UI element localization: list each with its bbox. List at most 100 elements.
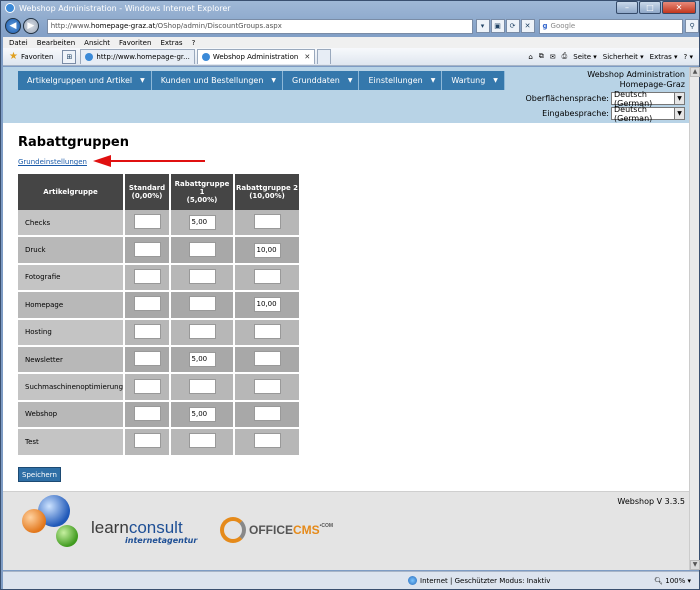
basic-settings-link[interactable]: Grundeinstellungen bbox=[18, 158, 87, 166]
discount-input[interactable] bbox=[133, 268, 161, 284]
refresh-icon[interactable]: ⟳ bbox=[505, 19, 520, 33]
page-menu[interactable]: Seite ▾ bbox=[573, 53, 597, 61]
close-button[interactable]: ✕ bbox=[662, 1, 696, 14]
save-button[interactable]: Speichern bbox=[18, 467, 61, 482]
discount-input[interactable] bbox=[253, 433, 281, 449]
discount-input[interactable] bbox=[253, 214, 281, 230]
menu-datei[interactable]: Datei bbox=[9, 39, 28, 47]
maximize-button[interactable]: □ bbox=[639, 1, 661, 14]
zoom-value: 100% bbox=[665, 576, 686, 585]
help-menu[interactable]: ? ▾ bbox=[684, 53, 693, 61]
mail-icon[interactable]: ✉ bbox=[550, 53, 556, 61]
discount-cell bbox=[171, 319, 236, 347]
discount-cell bbox=[171, 374, 236, 402]
discount-input[interactable] bbox=[253, 268, 281, 284]
app-header: Artikelgruppen und Artikel ▼ Kunden und B… bbox=[3, 67, 689, 123]
print-icon[interactable]: ⎙ bbox=[562, 52, 568, 61]
search-input[interactable]: g Google bbox=[538, 18, 684, 34]
scroll-down-icon[interactable]: ▼ bbox=[690, 560, 700, 570]
search-button-icon[interactable]: ⚲ bbox=[685, 19, 699, 33]
menu-artikelgruppen[interactable]: Artikelgruppen und Artikel ▼ bbox=[18, 71, 152, 90]
home-icon[interactable]: ⌂ bbox=[528, 53, 532, 61]
tab-label: http://www.homepage-gr... bbox=[96, 53, 190, 61]
group-name-cell: Druck bbox=[18, 237, 126, 265]
ui-language-select[interactable]: Deutsch (German) ▼ bbox=[611, 90, 685, 108]
discount-input[interactable] bbox=[133, 323, 161, 339]
safety-menu[interactable]: Sicherheit ▾ bbox=[603, 53, 644, 61]
discount-input[interactable]: 5,00 bbox=[188, 352, 216, 368]
discount-input[interactable] bbox=[188, 268, 216, 284]
compat-view-icon[interactable]: ▣ bbox=[490, 19, 505, 33]
menu-label: Einstellungen bbox=[368, 76, 423, 85]
discount-input[interactable] bbox=[253, 323, 281, 339]
discount-input[interactable]: 10,00 bbox=[253, 297, 281, 313]
menu-kunden[interactable]: Kunden und Bestellungen ▼ bbox=[151, 71, 284, 90]
table-row: Newsletter 5,00 bbox=[18, 346, 302, 375]
zoom-control[interactable]: 🔍︎ 100% ▾ bbox=[654, 577, 691, 585]
discount-input[interactable] bbox=[133, 214, 161, 230]
title-bar: Webshop Administration - Windows Interne… bbox=[1, 1, 699, 15]
discount-input[interactable] bbox=[133, 241, 161, 257]
tools-menu[interactable]: Extras ▾ bbox=[650, 53, 678, 61]
menu-label: Kunden und Bestellungen bbox=[160, 76, 264, 85]
chevron-down-icon: ▼ bbox=[430, 77, 436, 84]
menu-grunddaten[interactable]: Grunddaten ▼ bbox=[283, 71, 360, 90]
discount-cell: 10,00 bbox=[235, 237, 302, 265]
tab-close-icon[interactable]: ✕ bbox=[304, 53, 310, 61]
command-buttons: ⌂ ⧉ ✉ ⎙ Seite ▾ Sicherheit ▾ Extras ▾ ? … bbox=[522, 52, 699, 61]
new-tab-button[interactable] bbox=[317, 49, 332, 64]
discount-input[interactable] bbox=[133, 433, 161, 449]
favorites-button[interactable]: ★ Favoriten bbox=[3, 51, 53, 62]
input-language-select[interactable]: Deutsch (German) ▼ bbox=[611, 105, 685, 123]
app-name: Webshop Administration bbox=[587, 70, 685, 79]
security-zone[interactable]: Internet | Geschützter Modus: Inaktiv bbox=[408, 576, 550, 585]
discount-input[interactable] bbox=[188, 296, 216, 312]
scroll-up-icon[interactable]: ▲ bbox=[690, 67, 700, 77]
discount-input[interactable] bbox=[188, 241, 216, 257]
officecms-logo: OFFICECMS•COM bbox=[220, 517, 333, 543]
address-dropdown-icon[interactable]: ▾ bbox=[475, 19, 490, 33]
minimize-button[interactable]: – bbox=[616, 1, 638, 14]
stop-icon[interactable]: ✕ bbox=[520, 19, 535, 33]
discount-input[interactable] bbox=[253, 405, 281, 421]
navigation-bar: ◀ ▶ http://www. homepage-graz.at/OShop/ad… bbox=[3, 16, 699, 36]
discount-input[interactable]: 5,00 bbox=[188, 406, 216, 422]
discount-input[interactable]: 10,00 bbox=[253, 242, 281, 258]
chevron-down-icon: ▼ bbox=[674, 107, 685, 120]
feeds-icon[interactable]: ⧉ bbox=[539, 52, 544, 61]
chevron-down-icon: ▼ bbox=[674, 92, 685, 105]
discount-cell: 5,00 bbox=[171, 346, 236, 375]
discount-input[interactable] bbox=[133, 378, 161, 394]
menu-favoriten[interactable]: Favoriten bbox=[119, 39, 151, 47]
column-header-group: Artikelgruppe bbox=[18, 174, 126, 210]
forward-button[interactable]: ▶ bbox=[22, 18, 39, 34]
discount-input[interactable] bbox=[133, 296, 161, 312]
discount-input[interactable] bbox=[188, 433, 216, 449]
menu-extras[interactable]: Extras bbox=[160, 39, 182, 47]
menu-einstellungen[interactable]: Einstellungen ▼ bbox=[359, 71, 443, 90]
command-bar: ★ Favoriten ⊞ http://www.homepage-gr... … bbox=[3, 48, 699, 66]
back-button[interactable]: ◀ bbox=[5, 18, 21, 34]
menu-wartung[interactable]: Wartung ▼ bbox=[442, 71, 505, 90]
menu-bearbeiten[interactable]: Bearbeiten bbox=[37, 39, 75, 47]
discount-cell bbox=[235, 210, 302, 238]
discount-input[interactable] bbox=[133, 405, 161, 421]
discount-input[interactable] bbox=[188, 323, 216, 339]
tab-homepage[interactable]: http://www.homepage-gr... bbox=[80, 49, 195, 64]
tab-label: Webshop Administration bbox=[212, 53, 299, 61]
menu-ansicht[interactable]: Ansicht bbox=[84, 39, 110, 47]
discount-input[interactable] bbox=[253, 378, 281, 394]
menu-label: Wartung bbox=[451, 76, 486, 85]
vertical-scrollbar[interactable]: ▲ ▼ bbox=[689, 67, 700, 570]
quick-tabs-icon[interactable]: ⊞ bbox=[62, 49, 77, 64]
discount-input[interactable] bbox=[133, 351, 161, 367]
discount-input[interactable]: 5,00 bbox=[188, 215, 216, 231]
green-ball-icon bbox=[56, 525, 78, 547]
discount-input[interactable] bbox=[253, 351, 281, 367]
discount-cell bbox=[125, 319, 172, 347]
menu-help[interactable]: ? bbox=[192, 39, 196, 47]
discount-input[interactable] bbox=[188, 378, 216, 394]
table-row: Fotografie bbox=[18, 264, 302, 293]
address-bar[interactable]: http://www. homepage-graz.at/OShop/admin/… bbox=[46, 18, 473, 34]
tab-webshop-admin[interactable]: Webshop Administration ✕ bbox=[196, 49, 316, 64]
